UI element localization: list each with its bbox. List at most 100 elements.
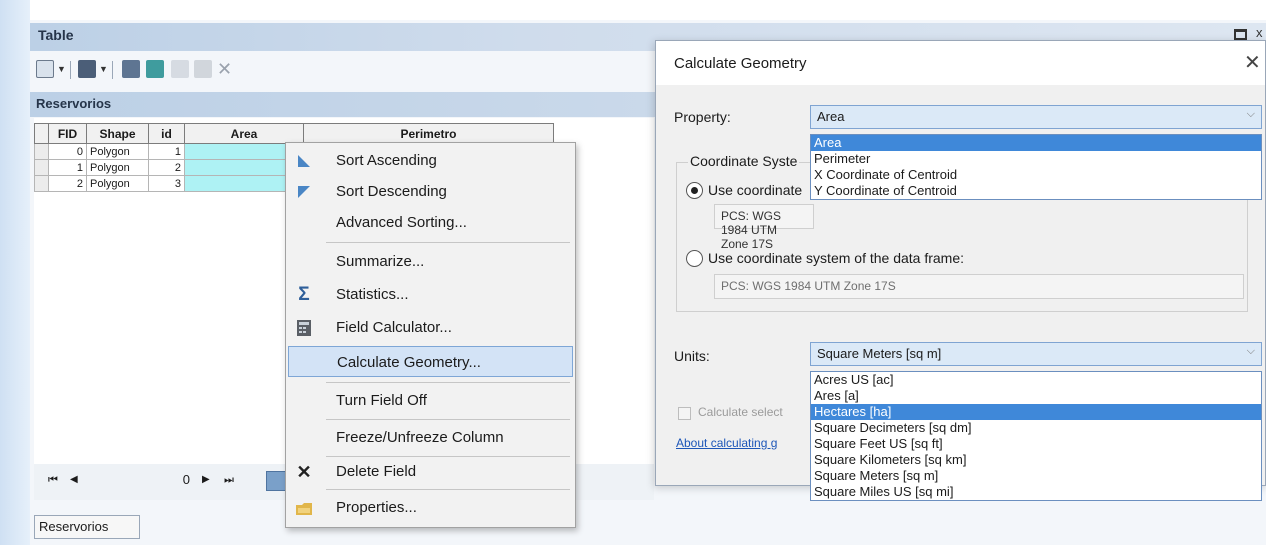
menu-item-label: Delete Field [336, 463, 417, 480]
delete-x-icon: ✕ [296, 461, 312, 482]
chevron-down-icon: ⌵ [1246, 345, 1255, 357]
sigma-icon: Σ [298, 284, 310, 305]
menu-item-calculate-geometry[interactable]: Calculate Geometry... [288, 346, 573, 377]
menu-item-field-calculator[interactable]: Field Calculator... [288, 312, 573, 343]
units-label: Units: [674, 348, 710, 364]
units-option[interactable]: Acres US [ac] [811, 372, 1261, 388]
column-header-id[interactable]: id [148, 123, 185, 144]
related-tables-dropdown-icon[interactable]: ▼ [99, 59, 108, 79]
menu-item-label: Sort Descending [336, 183, 447, 200]
last-record-button[interactable]: ⏭ [224, 474, 234, 487]
menu-item-delete-field[interactable]: ✕ Delete Field [288, 456, 573, 487]
select-by-attributes-icon[interactable] [122, 59, 140, 79]
row-selector[interactable] [34, 159, 49, 176]
id-cell[interactable]: 1 [148, 143, 185, 160]
table-title: Table [38, 27, 74, 43]
calculator-icon [294, 318, 314, 338]
units-options-list: Acres US [ac] Ares [a] Hectares [ha] Squ… [810, 371, 1262, 501]
units-option[interactable]: Square Decimeters [sq dm] [811, 420, 1261, 436]
related-tables-icon[interactable] [78, 59, 96, 79]
property-option[interactable]: X Coordinate of Centroid [811, 167, 1261, 183]
top-edge [30, 0, 1266, 20]
column-header-fid[interactable]: FID [48, 123, 87, 144]
menu-item-label: Sort Ascending [336, 152, 437, 169]
menu-item-statistics[interactable]: Σ Statistics... [288, 279, 573, 310]
about-calculating-link[interactable]: About calculating g [676, 436, 777, 450]
menu-item-sort-descending[interactable]: Sort Descending [288, 176, 573, 207]
dialog-title: Calculate Geometry [674, 55, 807, 72]
data-source-coordinate-system-field: PCS: WGS 1984 UTM Zone 17S [714, 204, 814, 251]
calculate-selected-checkbox[interactable] [678, 407, 691, 420]
menu-item-sort-ascending[interactable]: Sort Ascending [288, 145, 573, 176]
layer-tab-bar: Reservorios [30, 92, 655, 117]
data-frame-coordinate-system-field: PCS: WGS 1984 UTM Zone 17S [714, 274, 1244, 299]
menu-separator [326, 242, 570, 243]
id-cell[interactable]: 2 [148, 159, 185, 176]
menu-item-freeze-unfreeze-column[interactable]: Freeze/Unfreeze Column [288, 422, 573, 453]
table-options-icon[interactable] [36, 59, 54, 79]
clear-selection-icon[interactable] [171, 59, 189, 79]
radio-use-data-frame[interactable] [686, 250, 703, 267]
close-icon[interactable]: x [1256, 25, 1263, 40]
menu-item-label: Turn Field Off [336, 392, 427, 409]
shape-cell[interactable]: Polygon [86, 159, 149, 176]
fid-cell[interactable]: 0 [48, 143, 87, 160]
switch-selection-icon[interactable] [146, 59, 164, 79]
column-header-perimetro[interactable]: Perimetro [303, 123, 554, 144]
next-record-button[interactable]: ▶ [202, 474, 210, 485]
units-dropdown-value: Square Meters [sq m] [817, 346, 942, 361]
fid-cell[interactable]: 1 [48, 159, 87, 176]
shape-cell[interactable]: Polygon [86, 143, 149, 160]
units-option[interactable]: Square Feet US [sq ft] [811, 436, 1261, 452]
menu-item-label: Advanced Sorting... [336, 214, 467, 231]
table-options-dropdown-icon[interactable]: ▼ [57, 59, 66, 79]
menu-item-advanced-sorting[interactable]: Advanced Sorting... [288, 207, 573, 238]
first-record-button[interactable]: ⏮ [48, 474, 58, 487]
dialog-titlebar: Calculate Geometry ✕ [656, 41, 1265, 85]
property-dropdown[interactable]: Area ⌵ [810, 105, 1262, 129]
show-all-records-icon[interactable] [266, 471, 286, 491]
column-header-area[interactable]: Area [184, 123, 304, 144]
zoom-to-selected-icon[interactable] [194, 59, 212, 79]
header-selector[interactable] [34, 123, 49, 144]
close-icon[interactable]: ✕ [1244, 50, 1261, 75]
properties-icon [294, 498, 314, 518]
radio-use-data-source[interactable] [686, 182, 703, 199]
property-option[interactable]: Perimeter [811, 151, 1261, 167]
menu-item-turn-field-off[interactable]: Turn Field Off [288, 385, 573, 416]
menu-separator [326, 419, 570, 420]
property-label: Property: [674, 109, 731, 125]
layer-tab[interactable]: Reservorios [34, 515, 140, 539]
id-cell[interactable]: 3 [148, 175, 185, 192]
column-header-shape[interactable]: Shape [86, 123, 149, 144]
restore-icon[interactable] [1234, 29, 1247, 40]
property-option[interactable]: Area [811, 135, 1261, 151]
units-option[interactable]: Hectares [ha] [811, 404, 1261, 420]
menu-item-label: Statistics... [336, 286, 409, 303]
previous-record-button[interactable]: ◀ [70, 474, 78, 485]
fid-cell[interactable]: 2 [48, 175, 87, 192]
property-options-list: Area Perimeter X Coordinate of Centroid … [810, 134, 1262, 200]
menu-separator [326, 489, 570, 490]
units-option[interactable]: Ares [a] [811, 388, 1261, 404]
row-selector[interactable] [34, 175, 49, 192]
units-option[interactable]: Square Meters [sq m] [811, 468, 1261, 484]
units-option[interactable]: Square Kilometers [sq km] [811, 452, 1261, 468]
menu-item-properties[interactable]: Properties... [288, 492, 573, 523]
column-context-menu: Sort Ascending Sort Descending Advanced … [285, 142, 576, 528]
shape-cell[interactable]: Polygon [86, 175, 149, 192]
property-option[interactable]: Y Coordinate of Centroid [811, 183, 1261, 199]
menu-item-label: Freeze/Unfreeze Column [336, 429, 504, 446]
menu-item-summarize[interactable]: Summarize... [288, 246, 573, 277]
toolbar-divider [112, 61, 113, 79]
units-dropdown[interactable]: Square Meters [sq m] ⌵ [810, 342, 1262, 366]
delete-selected-icon[interactable]: ✕ [217, 59, 232, 79]
coordinate-system-group-label: Coordinate Syste [688, 153, 800, 169]
current-record-field[interactable]: 0 [94, 470, 194, 492]
left-window-edge [0, 0, 30, 545]
radio-use-data-frame-label: Use coordinate system of the data frame: [708, 250, 965, 266]
row-selector[interactable] [34, 143, 49, 160]
menu-separator [326, 382, 570, 383]
sort-descending-icon [294, 182, 314, 202]
units-option[interactable]: Square Miles US [sq mi] [811, 484, 1261, 500]
